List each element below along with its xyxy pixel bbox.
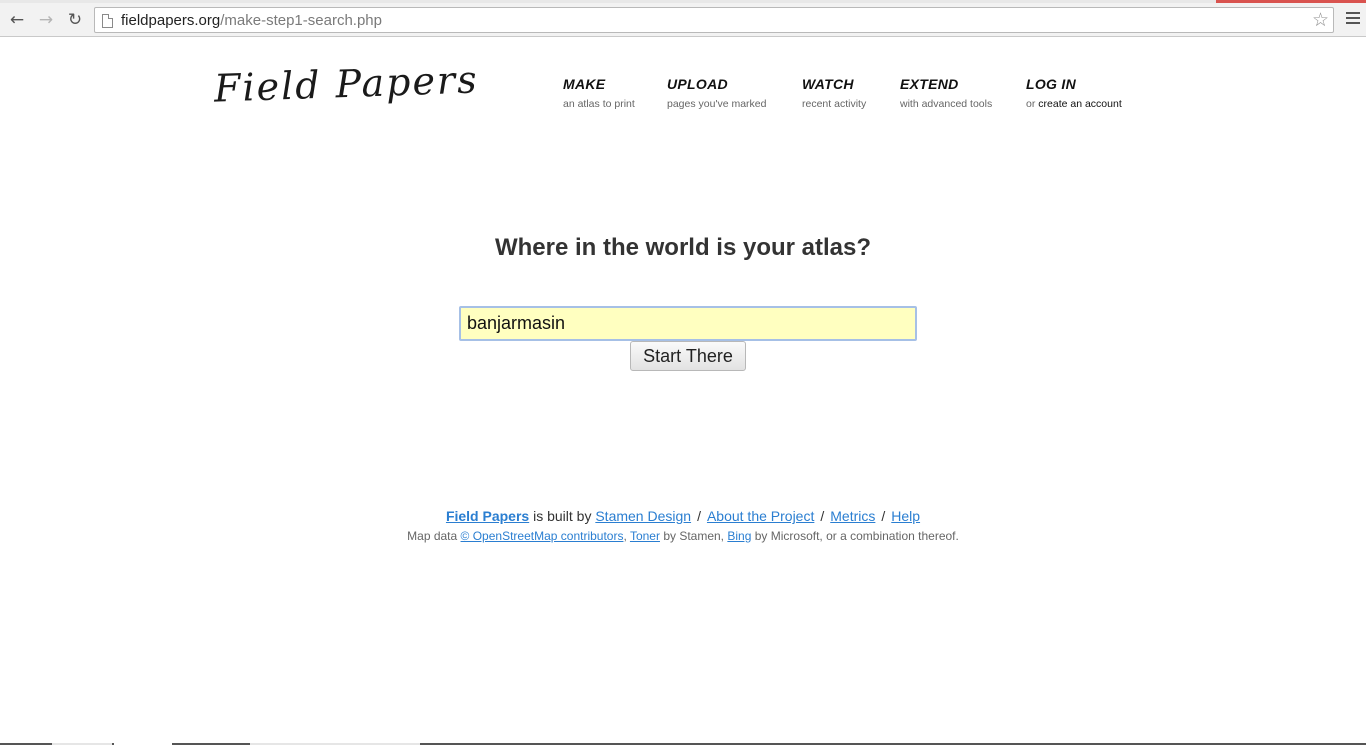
footer-field-papers-link[interactable]: Field Papers [446, 508, 529, 524]
site-logo[interactable]: Field Papers [213, 57, 479, 110]
nav-watch-sub: recent activity [802, 98, 867, 110]
by-microsoft-text: by Microsoft, or a combination thereof. [754, 529, 959, 543]
by-stamen-text: by Stamen, [663, 529, 725, 543]
footer-separator: / [820, 508, 825, 524]
nav-extend-sub: with advanced tools [900, 98, 993, 110]
nav-extend-label: EXTEND [900, 76, 959, 92]
nav-upload[interactable]: UPLOAD pages you've marked [667, 76, 766, 110]
url-text[interactable]: fieldpapers.org/make-step1-search.php [121, 12, 382, 29]
location-search-input[interactable] [459, 306, 917, 341]
toner-link[interactable]: Toner [630, 529, 660, 543]
osm-link[interactable]: © OpenStreetMap contributors [461, 529, 624, 543]
map-data-prefix: Map data [407, 529, 458, 543]
reload-icon[interactable]: ↻ [64, 9, 86, 31]
nav-upload-label: UPLOAD [667, 76, 728, 92]
page-title: Where in the world is your atlas? [494, 234, 872, 261]
footer-separator: / [697, 508, 701, 524]
url-host: fieldpapers.org [121, 12, 221, 29]
bing-link[interactable]: Bing [727, 529, 751, 543]
footer-help-link[interactable]: Help [891, 508, 920, 524]
nav-upload-sub: pages you've marked [667, 98, 767, 110]
url-path: /make-step1-search.php [220, 12, 382, 29]
start-there-button[interactable]: Start There [630, 341, 746, 371]
nav-make-label: MAKE [563, 76, 606, 92]
footer-credits: Field Papers is built by Stamen Design / A… [0, 508, 1366, 524]
footer-comma: , [623, 529, 627, 543]
nav-make[interactable]: MAKE an atlas to print [563, 76, 635, 110]
forward-arrow-icon[interactable]: → [35, 9, 57, 31]
star-icon[interactable]: ☆ [1312, 9, 1329, 31]
footer-map-data: Map data © OpenStreetMap contributors, T… [0, 529, 1366, 543]
footer-metrics-link[interactable]: Metrics [830, 508, 875, 524]
create-account-link[interactable]: create an account [1038, 98, 1121, 110]
address-bar[interactable]: fieldpapers.org/make-step1-search.php ☆ [94, 7, 1334, 33]
nav-watch[interactable]: WATCH recent activity [802, 76, 866, 110]
footer-built-by-text: is built by [533, 508, 592, 524]
nav-login-sub: or create an account [1026, 98, 1122, 110]
back-arrow-icon[interactable]: ← [6, 9, 28, 31]
hamburger-menu-icon[interactable] [1346, 12, 1360, 26]
nav-extend[interactable]: EXTEND with advanced tools [900, 76, 992, 110]
nav-login[interactable]: LOG IN or create an account [1026, 76, 1122, 110]
nav-login-sub-prefix: or [1026, 98, 1039, 110]
footer-separator: / [881, 508, 886, 524]
browser-toolbar: ← → ↻ fieldpapers.org/make-step1-search.… [0, 3, 1366, 37]
footer-about-link[interactable]: About the Project [707, 508, 814, 524]
page-icon [102, 14, 113, 28]
nav-make-sub: an atlas to print [563, 98, 635, 110]
footer-stamen-link[interactable]: Stamen Design [595, 508, 691, 524]
nav-watch-label: WATCH [802, 76, 854, 92]
nav-login-label: LOG IN [1026, 76, 1077, 92]
